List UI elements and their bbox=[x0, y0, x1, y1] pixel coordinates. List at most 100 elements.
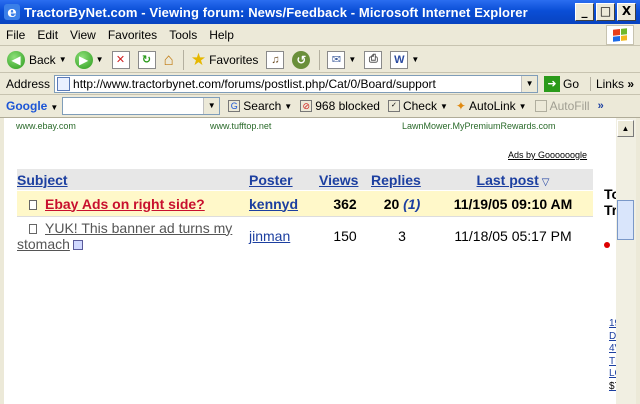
home-icon: ⌂ bbox=[163, 49, 174, 69]
popup-blocker-button[interactable]: ⊘ 968 blocked bbox=[300, 99, 380, 113]
menu-tools[interactable]: Tools bbox=[163, 28, 203, 42]
address-input[interactable]: http://www.tractorbynet.com/forums/postl… bbox=[54, 74, 539, 93]
google-dropdown-icon: ▼ bbox=[50, 103, 59, 112]
scroll-up-button[interactable]: ▲ bbox=[617, 120, 634, 137]
stop-icon: ✕ bbox=[111, 50, 130, 69]
poster-header[interactable]: Poster bbox=[249, 169, 319, 191]
edit-dropdown-icon[interactable]: ▼ bbox=[411, 55, 419, 64]
vertical-scrollbar[interactable]: ▲ bbox=[616, 118, 636, 404]
ad-links-row: www.ebay.com www.tufftop.net LawnMower.M… bbox=[4, 121, 616, 133]
autofill-button[interactable]: AutoFill bbox=[534, 99, 590, 113]
google-toolbar: Google ▼ ▼ G Search ▼ ⊘ 968 blocked ✓ Che… bbox=[0, 95, 640, 118]
google-search-button[interactable]: G Search ▼ bbox=[228, 99, 292, 113]
subject-header[interactable]: Subject bbox=[17, 169, 249, 191]
forward-dropdown-icon[interactable]: ▼ bbox=[96, 55, 104, 64]
topic-last-post: 11/18/05 05:17 PM bbox=[433, 216, 593, 254]
menu-favorites[interactable]: Favorites bbox=[102, 28, 163, 42]
back-dropdown-icon[interactable]: ▼ bbox=[59, 55, 67, 64]
topic-subject-link[interactable]: YUK! This banner ad turns my stomach bbox=[17, 220, 232, 252]
topic-subject-cell: Ebay Ads on right side? bbox=[17, 191, 249, 216]
side-ad-link[interactable]: TF bbox=[609, 356, 616, 369]
menu-edit[interactable]: Edit bbox=[31, 28, 64, 42]
popup-blocked-count: 968 blocked bbox=[315, 99, 380, 113]
side-ad-heading: To Tr bbox=[604, 186, 616, 218]
table-row: YUK! This banner ad turns my stomach jin… bbox=[17, 216, 593, 254]
menu-help[interactable]: Help bbox=[203, 28, 240, 42]
spell-check-button[interactable]: ✓ Check ▼ bbox=[387, 99, 448, 113]
autolink-button[interactable]: ✦ AutoLink ▼ bbox=[456, 99, 527, 113]
side-ad-heading-line: Tr bbox=[604, 202, 616, 218]
maximize-button[interactable]: □ bbox=[596, 3, 615, 21]
page-content: www.ebay.com www.tufftop.net LawnMower.M… bbox=[4, 118, 616, 404]
google-search-label: Search bbox=[243, 99, 282, 113]
autolink-dropdown-icon[interactable]: ▼ bbox=[519, 102, 527, 111]
google-more-icon[interactable]: » bbox=[598, 100, 604, 112]
ie-logo-icon: e bbox=[4, 4, 20, 20]
edit-button[interactable]: W ▼ bbox=[387, 49, 422, 71]
history-button[interactable]: ↺ bbox=[289, 49, 313, 71]
topic-poster-link[interactable]: jinman bbox=[249, 228, 290, 244]
media-button[interactable]: ♫ bbox=[263, 49, 287, 71]
mail-button[interactable]: ✉ ▼ bbox=[324, 49, 359, 71]
autolink-label: AutoLink bbox=[468, 99, 516, 113]
mail-dropdown-icon[interactable]: ▼ bbox=[348, 55, 356, 64]
google-g-icon: G bbox=[228, 100, 241, 112]
menu-view[interactable]: View bbox=[64, 28, 102, 42]
back-button[interactable]: ◀ Back ▼ bbox=[4, 49, 70, 71]
autolink-icon: ✦ bbox=[455, 99, 466, 113]
home-button[interactable]: ⌂ bbox=[161, 49, 177, 71]
topic-poster-link[interactable]: kennyd bbox=[249, 196, 298, 212]
menu-file[interactable]: File bbox=[0, 28, 31, 42]
google-search-input[interactable]: ▼ bbox=[62, 97, 221, 115]
word-icon: W bbox=[390, 50, 409, 69]
chevron-right-icon: » bbox=[627, 76, 634, 91]
print-button[interactable]: ⎙ bbox=[361, 49, 385, 71]
favorites-label: Favorites bbox=[209, 52, 259, 67]
address-dropdown-icon[interactable]: ▼ bbox=[521, 75, 538, 92]
ad-link-ebay[interactable]: www.ebay.com bbox=[16, 121, 76, 131]
side-ad-link[interactable]: 19 bbox=[609, 318, 616, 331]
side-ad-link[interactable]: 4V bbox=[609, 343, 616, 356]
views-sort-link[interactable]: Views bbox=[319, 172, 358, 188]
back-label: Back bbox=[29, 52, 56, 67]
replies-header[interactable]: Replies bbox=[371, 169, 433, 191]
history-icon: ↺ bbox=[292, 50, 311, 69]
ads-by-google-link[interactable]: Ads by Goooooogle bbox=[508, 150, 587, 160]
views-header[interactable]: Views bbox=[319, 169, 371, 191]
stop-button[interactable]: ✕ bbox=[109, 49, 133, 71]
print-icon: ⎙ bbox=[364, 50, 383, 69]
poster-sort-link[interactable]: Poster bbox=[249, 172, 293, 188]
google-search-dropdown-icon[interactable]: ▼ bbox=[203, 98, 220, 114]
side-ad-heading-line: To bbox=[604, 186, 616, 202]
subject-sort-link[interactable]: Subject bbox=[17, 172, 68, 188]
last-post-sort-link[interactable]: Last post bbox=[477, 172, 539, 188]
ad-link-lawnmower[interactable]: LawnMower.MyPremiumRewards.com bbox=[402, 121, 556, 131]
search-dropdown-icon[interactable]: ▼ bbox=[284, 102, 292, 111]
scroll-thumb[interactable] bbox=[617, 200, 634, 240]
topic-page-icon bbox=[29, 223, 37, 234]
autofill-icon bbox=[534, 100, 547, 112]
forward-arrow-icon: ▶ bbox=[74, 50, 93, 69]
topic-replies-new-link[interactable]: (1) bbox=[403, 196, 420, 212]
ad-link-tufftop[interactable]: www.tufftop.net bbox=[210, 121, 271, 131]
address-label: Address bbox=[6, 76, 51, 91]
favorites-button[interactable]: ★ Favorites bbox=[188, 49, 262, 71]
last-post-header[interactable]: Last post ▽ bbox=[433, 169, 593, 191]
links-button[interactable]: Links » bbox=[589, 76, 634, 91]
close-button[interactable]: X bbox=[617, 3, 636, 21]
side-ad-link[interactable]: DI bbox=[609, 331, 616, 344]
go-button[interactable]: ➜ Go bbox=[544, 75, 579, 92]
forward-button[interactable]: ▶ ▼ bbox=[72, 49, 107, 71]
check-dropdown-icon[interactable]: ▼ bbox=[440, 102, 448, 111]
side-ad-link[interactable]: LO bbox=[609, 368, 616, 381]
forum-topic-table: Subject Poster Views Replies Last post ▽ … bbox=[17, 169, 593, 254]
star-icon: ★ bbox=[190, 49, 207, 69]
refresh-button[interactable]: ↻ bbox=[135, 49, 159, 71]
links-label: Links bbox=[595, 76, 624, 91]
topic-subject-link[interactable]: Ebay Ads on right side? bbox=[45, 196, 205, 212]
window-controls: _ □ X bbox=[575, 3, 636, 21]
replies-sort-link[interactable]: Replies bbox=[371, 172, 421, 188]
google-logo[interactable]: Google ▼ bbox=[6, 99, 58, 113]
side-ad-bullet-icon bbox=[604, 242, 610, 248]
minimize-button[interactable]: _ bbox=[575, 3, 594, 21]
